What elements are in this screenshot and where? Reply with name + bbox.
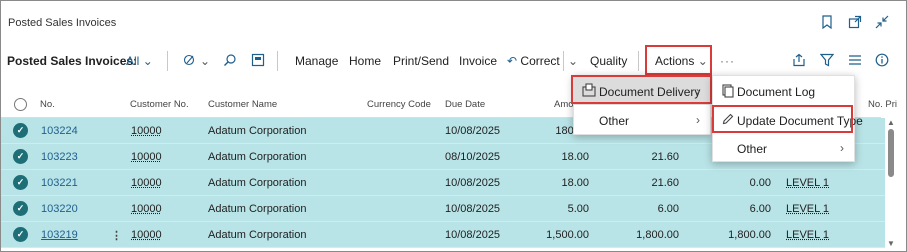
level-code[interactable]: LEVEL 1: [786, 203, 829, 215]
page-frame: Posted Sales Invoices Posted Sales Invoi…: [0, 0, 907, 252]
checkmark-icon[interactable]: ✓: [13, 149, 28, 164]
due-date: 10/08/2025: [445, 125, 501, 137]
table-row[interactable]: ✓ 103220 10000 Adatum Corporation 10/08/…: [1, 196, 885, 222]
amount-including-vat: 21.60: [651, 151, 679, 163]
due-date: 10/08/2025: [445, 229, 501, 241]
invoice-no-link[interactable]: 103221: [41, 177, 78, 189]
customer-name: Adatum Corporation: [208, 177, 307, 189]
collapse-icon[interactable]: [874, 14, 890, 30]
column-header-no[interactable]: No.: [40, 99, 55, 110]
document-log-icon: [722, 84, 734, 101]
document-delivery-highlight-box: [571, 75, 712, 104]
amount: 5.00: [567, 203, 589, 215]
customer-name: Adatum Corporation: [208, 229, 307, 241]
level-code[interactable]: LEVEL 1: [786, 229, 829, 241]
tab-quality[interactable]: Quality: [590, 54, 627, 68]
invoice-no-link[interactable]: 103219: [41, 229, 78, 241]
remaining-amount: 0.00: [749, 177, 771, 189]
column-header-currency-code[interactable]: Currency Code: [367, 99, 431, 110]
divider: [563, 51, 564, 71]
attachments-dropdown[interactable]: [183, 52, 199, 68]
undo-icon: ↶: [507, 54, 518, 68]
customer-name: Adatum Corporation: [208, 125, 307, 137]
invoice-no-link[interactable]: 103223: [41, 151, 78, 163]
page-label: Posted Sales Invoices:: [7, 54, 138, 68]
correct-label: Correct: [520, 54, 560, 68]
search-icon[interactable]: [222, 52, 238, 68]
page-title: Posted Sales Invoices: [8, 17, 117, 29]
amount-including-vat: 6.00: [657, 203, 679, 215]
customer-no[interactable]: 10000: [131, 125, 162, 137]
correct-dropdown-chevron-icon[interactable]: ⌄: [568, 54, 578, 68]
tab-manage[interactable]: Manage: [295, 54, 338, 68]
view-filter-dropdown[interactable]: All ⌄: [126, 54, 153, 68]
amount: 18.00: [561, 151, 589, 163]
tab-home[interactable]: Home: [349, 54, 381, 68]
select-all-checkbox[interactable]: [14, 98, 27, 111]
column-header-no-printed[interactable]: No. Pri: [868, 99, 897, 110]
customer-name: Adatum Corporation: [208, 151, 307, 163]
checkmark-icon[interactable]: ✓: [13, 201, 28, 216]
table-row[interactable]: ✓ 103221 10000 Adatum Corporation 10/08/…: [1, 170, 885, 196]
row-actions-icon[interactable]: ⋮: [111, 229, 122, 242]
view-filter-value: All: [126, 54, 140, 68]
remaining-amount: 6.00: [749, 203, 771, 215]
tab-print-send[interactable]: Print/Send: [393, 54, 449, 68]
invoice-no-link[interactable]: 103224: [41, 125, 78, 137]
amount-including-vat: 1,800.00: [636, 229, 679, 241]
customer-no[interactable]: 10000: [131, 177, 162, 189]
chevron-down-icon: ⌄: [142, 54, 153, 68]
actions-highlight-box: [645, 45, 712, 75]
filter-icon[interactable]: [819, 52, 835, 68]
share-icon[interactable]: [791, 52, 807, 68]
due-date: 10/08/2025: [445, 177, 501, 189]
action-bar: Posted Sales Invoices: All ⌄ ⌄ Manage Ho…: [1, 45, 906, 75]
menu-item-other[interactable]: Other ›: [574, 106, 710, 134]
divider: [167, 51, 168, 71]
amount: 1,500.00: [546, 229, 589, 241]
scroll-up-icon[interactable]: ▲: [886, 118, 896, 127]
update-document-type-highlight-box: [712, 105, 853, 133]
table-row[interactable]: ✓ 103219 ⋮ 10000 Adatum Corporation 10/0…: [1, 222, 885, 248]
chevron-right-icon: ›: [696, 113, 700, 127]
chevron-right-icon: ›: [840, 141, 844, 155]
vertical-scrollbar[interactable]: [888, 129, 894, 177]
divider: [277, 51, 278, 71]
list-view-icon[interactable]: [847, 52, 863, 68]
open-in-new-window-icon[interactable]: [847, 14, 863, 30]
other-label: Other: [599, 114, 630, 128]
correct-button[interactable]: ↶ Correct: [507, 54, 560, 68]
checkmark-icon[interactable]: ✓: [13, 123, 28, 138]
amount: 18.00: [561, 177, 589, 189]
divider: [638, 51, 639, 71]
chevron-down-icon: ⌄: [200, 54, 211, 68]
checkmark-icon[interactable]: ✓: [13, 175, 28, 190]
menu-item-other[interactable]: Other ›: [713, 134, 854, 162]
amount-including-vat: 21.60: [651, 177, 679, 189]
bookmark-icon[interactable]: [819, 14, 835, 30]
document-log-label: Document Log: [737, 85, 816, 99]
column-header-customer-no[interactable]: Customer No.: [130, 99, 189, 110]
scroll-down-icon[interactable]: ▼: [886, 239, 896, 248]
more-options-icon[interactable]: ···: [720, 54, 735, 68]
column-header-due-date[interactable]: Due Date: [445, 99, 485, 110]
customer-no[interactable]: 10000: [131, 203, 162, 215]
invoice-no-link[interactable]: 103220: [41, 203, 78, 215]
due-date: 08/10/2025: [445, 151, 501, 163]
info-icon[interactable]: [874, 52, 890, 68]
tab-invoice[interactable]: Invoice: [459, 54, 497, 68]
level-code[interactable]: LEVEL 1: [786, 177, 829, 189]
customer-no[interactable]: 10000: [131, 151, 162, 163]
due-date: 10/08/2025: [445, 203, 501, 215]
menu-item-document-log[interactable]: Document Log: [713, 77, 854, 105]
customer-no[interactable]: 10000: [131, 229, 162, 241]
customer-name: Adatum Corporation: [208, 203, 307, 215]
remaining-amount: 1,800.00: [728, 229, 771, 241]
column-header-customer-name[interactable]: Customer Name: [208, 99, 277, 110]
other-label: Other: [737, 142, 768, 156]
checkmark-icon[interactable]: ✓: [13, 227, 28, 242]
edit-list-icon[interactable]: [250, 52, 266, 68]
